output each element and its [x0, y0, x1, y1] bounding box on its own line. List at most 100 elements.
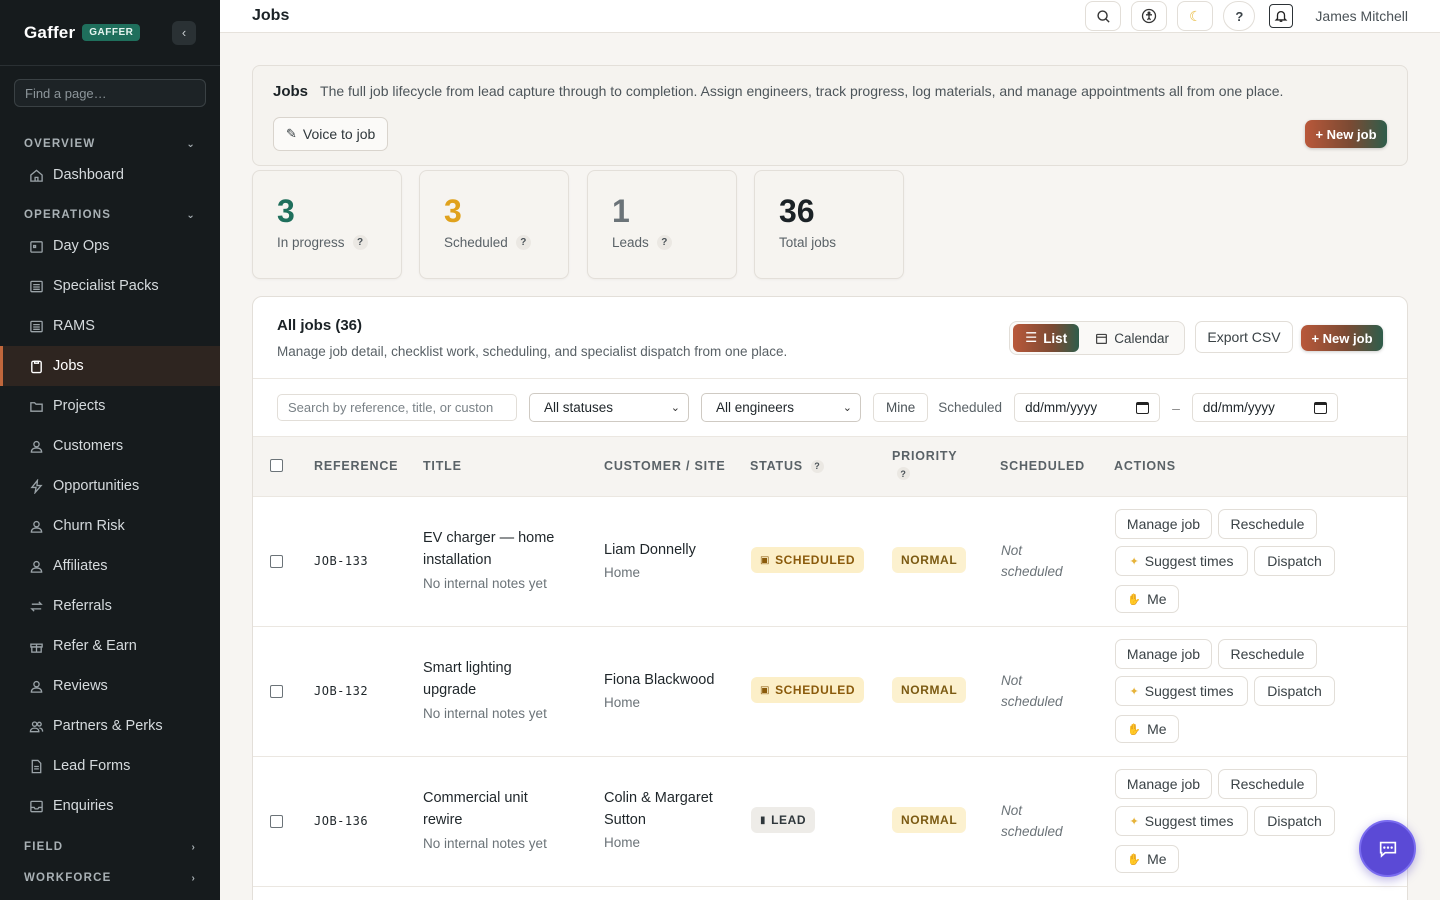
voice-to-job-button[interactable]: ✎ Voice to job: [273, 117, 389, 151]
find-page-input[interactable]: Find a page…: [14, 79, 206, 107]
assign-me-button[interactable]: ✋ Me: [1115, 845, 1179, 873]
job-title[interactable]: Commercial unit rewire: [423, 787, 573, 831]
stat-leads[interactable]: 1 Leads?: [587, 170, 737, 279]
mine-filter-button[interactable]: Mine: [873, 393, 929, 422]
sidebar-item-enquiries[interactable]: Enquiries: [0, 786, 220, 826]
section-overview[interactable]: OVERVIEW ⌄: [0, 134, 220, 154]
search-button[interactable]: [1085, 1, 1122, 31]
job-reference[interactable]: JOB-136: [314, 814, 368, 828]
manage-job-button[interactable]: Manage job: [1115, 509, 1212, 539]
suggest-times-button[interactable]: ✦ Suggest times: [1115, 546, 1248, 576]
calendar-icon: ▣: [760, 684, 771, 696]
section-field[interactable]: FIELD ›: [0, 837, 220, 857]
sidebar-item-label: Partners & Perks: [53, 718, 163, 734]
export-csv-button[interactable]: Export CSV: [1195, 321, 1293, 353]
stat-scheduled[interactable]: 3 Scheduled?: [419, 170, 569, 279]
help-icon[interactable]: ?: [810, 459, 824, 473]
job-title-line: Commercial unit: [423, 790, 528, 806]
suggest-times-button[interactable]: ✦ Suggest times: [1115, 676, 1248, 706]
list-view-button[interactable]: ☰ List: [1013, 324, 1080, 352]
stat-value: 3: [444, 193, 462, 229]
dispatch-button[interactable]: Dispatch: [1254, 806, 1335, 836]
job-reference[interactable]: JOB-132: [314, 684, 368, 698]
accessibility-button[interactable]: [1131, 1, 1168, 31]
sidebar-item-partners-perks[interactable]: Partners & Perks: [0, 706, 220, 746]
job-search-input[interactable]: Search by reference, title, or custon: [277, 394, 517, 421]
help-icon[interactable]: ?: [352, 235, 368, 250]
col-scheduled[interactable]: SCHEDULED: [1000, 459, 1085, 473]
col-reference[interactable]: REFERENCE: [314, 459, 398, 473]
col-title[interactable]: TITLE: [423, 459, 462, 473]
help-icon[interactable]: ?: [897, 467, 910, 480]
sidebar-item-refer-earn[interactable]: Refer & Earn: [0, 626, 220, 666]
engineer-filter-select[interactable]: All engineers ⌄: [701, 393, 861, 422]
moon-icon: ☾: [1189, 7, 1202, 24]
date-from-input[interactable]: dd/mm/yyyy: [1014, 393, 1161, 422]
stat-label: Leads: [612, 235, 649, 250]
user-menu[interactable]: James Mitchell: [1315, 8, 1408, 24]
sidebar-item-lead-forms[interactable]: Lead Forms: [0, 746, 220, 786]
stat-label: Total jobs: [779, 235, 837, 250]
date-to-value: dd/mm/yyyy: [1202, 400, 1275, 415]
dispatch-button[interactable]: Dispatch: [1254, 546, 1335, 576]
chat-button[interactable]: [1359, 820, 1416, 877]
sidebar-item-dashboard[interactable]: Dashboard: [0, 155, 220, 195]
row-checkbox[interactable]: [270, 815, 283, 828]
customer-name[interactable]: Fiona Blackwood: [604, 669, 734, 691]
assign-me-button[interactable]: ✋ Me: [1115, 585, 1179, 613]
priority-badge: NORMAL: [892, 547, 967, 573]
select-all-checkbox[interactable]: [270, 459, 283, 472]
help-icon[interactable]: ?: [515, 235, 531, 250]
sidebar-item-day-ops[interactable]: Day Ops: [0, 226, 220, 266]
reschedule-button[interactable]: Reschedule: [1218, 509, 1317, 539]
row-checkbox[interactable]: [270, 555, 283, 568]
reschedule-button[interactable]: Reschedule: [1218, 639, 1317, 669]
customer-name[interactable]: Colin & Margaret Sutton: [604, 787, 734, 831]
customer-name[interactable]: Liam Donnelly: [604, 539, 734, 561]
job-reference[interactable]: JOB-133: [314, 554, 368, 568]
section-workforce[interactable]: WORKFORCE ›: [0, 868, 220, 888]
status-filter-select[interactable]: All statuses ⌄: [529, 393, 689, 422]
sidebar-item-referrals[interactable]: Referrals: [0, 586, 220, 626]
col-status[interactable]: STATUS ?: [750, 459, 824, 473]
manage-job-button[interactable]: Manage job: [1115, 769, 1212, 799]
help-icon[interactable]: ?: [656, 235, 672, 250]
calendar-view-button[interactable]: Calendar: [1083, 324, 1181, 352]
col-customer[interactable]: CUSTOMER / SITE: [604, 459, 726, 473]
sidebar-item-projects[interactable]: Projects: [0, 386, 220, 426]
date-to-input[interactable]: dd/mm/yyyy: [1191, 393, 1338, 422]
hand-icon: ✋: [1127, 723, 1142, 736]
table-header: REFERENCE TITLE CUSTOMER / SITE STATUS ?…: [253, 437, 1407, 497]
sidebar-item-affiliates[interactable]: Affiliates: [0, 546, 220, 586]
job-title[interactable]: EV charger — home installation: [423, 527, 573, 571]
user-icon: [28, 558, 44, 574]
gift-icon: [28, 638, 44, 654]
manage-job-button[interactable]: Manage job: [1115, 639, 1212, 669]
stat-in-progress[interactable]: 3 In progress?: [252, 170, 402, 279]
sidebar-item-specialist-packs[interactable]: Specialist Packs: [0, 266, 220, 306]
assign-me-button[interactable]: ✋ Me: [1115, 715, 1179, 743]
sidebar-item-reviews[interactable]: Reviews: [0, 666, 220, 706]
col-priority[interactable]: PRIORITY ?: [892, 449, 957, 480]
sidebar-item-rams[interactable]: RAMS: [0, 306, 220, 346]
job-title[interactable]: Smart lighting upgrade: [423, 657, 573, 701]
suggest-times-button[interactable]: ✦ Suggest times: [1115, 806, 1248, 836]
sidebar-item-churn-risk[interactable]: Churn Risk: [0, 506, 220, 546]
job-search-placeholder: Search by reference, title, or custon: [288, 400, 494, 415]
scheduled-value: Not scheduled: [1001, 800, 1063, 842]
sidebar-item-customers[interactable]: Customers: [0, 426, 220, 466]
sidebar-item-jobs[interactable]: Jobs: [0, 346, 220, 386]
reschedule-button[interactable]: Reschedule: [1218, 769, 1317, 799]
notifications-button[interactable]: [1269, 4, 1294, 28]
stat-total-jobs[interactable]: 36 Total jobs: [754, 170, 904, 279]
sidebar-item-opportunities[interactable]: Opportunities: [0, 466, 220, 506]
new-job-button[interactable]: + New job: [1305, 120, 1387, 148]
row-checkbox[interactable]: [270, 685, 283, 698]
theme-toggle-button[interactable]: ☾: [1177, 1, 1214, 31]
calendar-icon: ▣: [760, 554, 771, 566]
help-button[interactable]: ?: [1223, 1, 1256, 31]
section-operations[interactable]: OPERATIONS ⌄: [0, 205, 220, 225]
new-job-button[interactable]: + New job: [1301, 325, 1383, 351]
collapse-sidebar-button[interactable]: ‹: [172, 20, 196, 45]
dispatch-button[interactable]: Dispatch: [1254, 676, 1335, 706]
